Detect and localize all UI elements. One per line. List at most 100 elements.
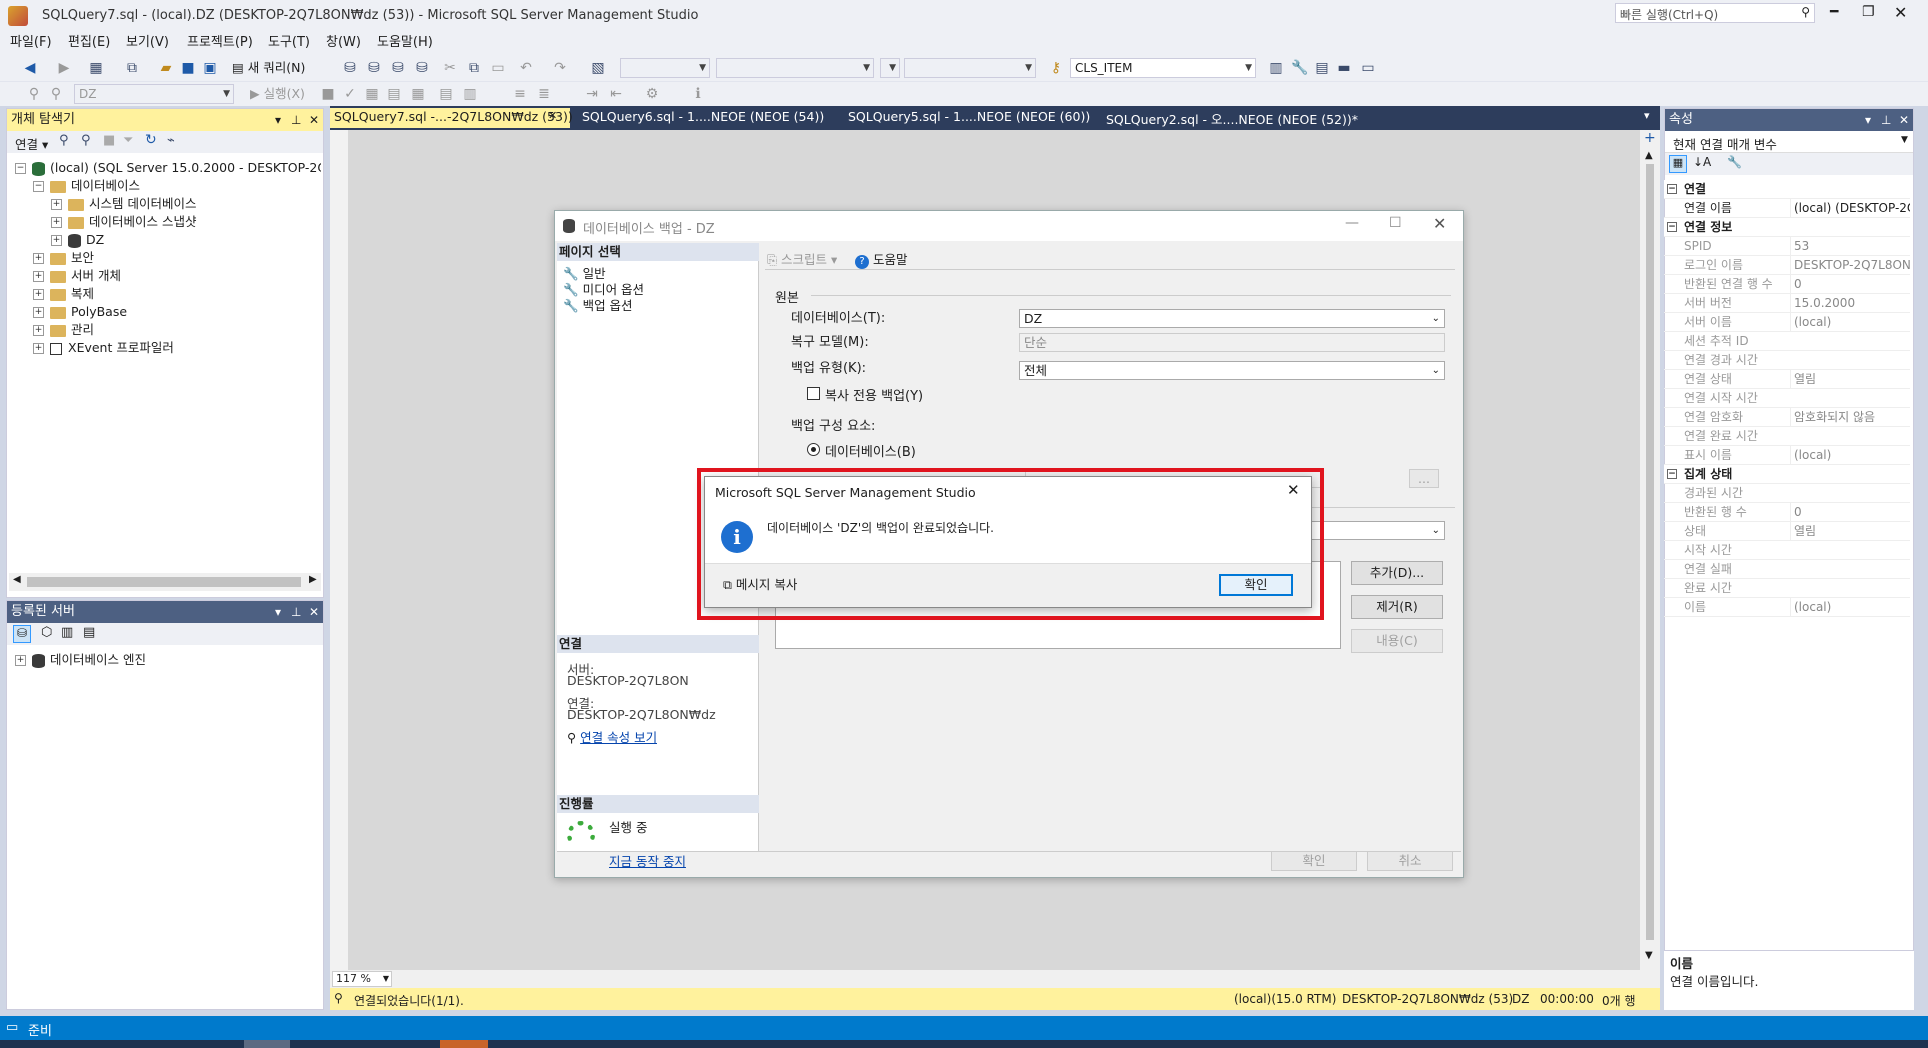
integration-services-icon[interactable]: ▤ (83, 625, 95, 640)
categorized-icon[interactable]: ▦ (1669, 155, 1687, 173)
dax-query-icon[interactable]: ⛁ (412, 58, 432, 78)
close-icon[interactable]: ✕ (1899, 109, 1909, 131)
find-in-files-icon[interactable]: ⚷ (1046, 58, 1066, 78)
tree-replication-node[interactable]: + 복제 (33, 285, 94, 303)
analysis-services-icon[interactable]: ⬡ (41, 625, 52, 640)
zoom-combo[interactable]: 117 % ▼ (332, 971, 392, 987)
scroll-right-icon[interactable]: ▶ (309, 574, 317, 585)
tree-management-node[interactable]: + 관리 (33, 321, 94, 339)
solution-config-combo[interactable]: ▼ (620, 58, 710, 78)
disconnect-icon[interactable]: ⚲ (46, 84, 66, 104)
query-designer-icon[interactable]: ▤ (384, 84, 404, 104)
undo-icon[interactable]: ↶ (516, 58, 536, 78)
stop-action-link[interactable]: 지금 동작 중지 (609, 851, 686, 870)
mdx-query-icon[interactable]: ⛁ (340, 58, 360, 78)
script-button[interactable]: ⎘ 스크립트 ▾ (767, 249, 837, 268)
copy-only-checkbox[interactable] (807, 387, 820, 400)
pin-icon[interactable]: ⊥ (291, 601, 301, 623)
find-combo[interactable]: ▼ (904, 58, 1036, 78)
property-row[interactable]: 상태 열림 (1664, 522, 1910, 541)
property-row[interactable]: 연결 경과 시간 (1664, 351, 1910, 370)
close-icon[interactable]: ✕ (309, 109, 319, 131)
solution-config-icon[interactable]: ▧ (588, 58, 608, 78)
results-grid-icon[interactable]: ▦ (408, 84, 428, 104)
property-row[interactable]: 연결 상태 열림 (1664, 370, 1910, 389)
connect-dropdown[interactable]: 연결 ▾ (15, 134, 48, 153)
tab-sqlquery6[interactable]: SQLQuery6.sql - 1....NEOE (NEOE (54)) (582, 109, 824, 124)
dropdown-icon[interactable]: ▾ (275, 601, 281, 623)
menu-project[interactable]: 프로젝트(P) (183, 32, 257, 54)
properties-object-selector[interactable]: 현재 연결 매개 변수 ▼ (1665, 131, 1913, 153)
pin-icon[interactable]: ⊥ (291, 109, 301, 131)
uncomment-icon[interactable]: ≣ (534, 84, 554, 104)
tree-server-objects-node[interactable]: + 서버 개체 (33, 267, 121, 285)
tree-database-engine-node[interactable]: + 데이터베이스 엔진 (15, 651, 146, 669)
add-button[interactable]: 추가(D)... (1351, 561, 1443, 585)
scroll-left-icon[interactable]: ◀ (13, 574, 21, 585)
taskbar-item[interactable] (244, 1040, 290, 1048)
tab-sqlquery7[interactable]: SQLQuery7.sql -...-2Q7L8ON₩dz (53)) ✕ (330, 108, 573, 128)
tree-polybase-node[interactable]: + PolyBase (33, 303, 127, 321)
remove-button[interactable]: 제거(R) (1351, 595, 1443, 619)
connect-plug-icon[interactable]: ⚲ (59, 133, 69, 148)
menu-edit[interactable]: 편집(E) (64, 32, 114, 54)
browse-button[interactable]: ... (1409, 469, 1439, 488)
refresh-icon[interactable]: ↻ (145, 132, 157, 148)
database-engine-icon[interactable]: ⛁ (13, 625, 31, 643)
cancel-query-icon[interactable]: ■ (318, 84, 338, 104)
property-row[interactable]: 완료 시간 (1664, 579, 1910, 598)
stop-icon[interactable]: ■ (103, 133, 115, 148)
redo-icon[interactable]: ↷ (550, 58, 570, 78)
dialog-cancel-button[interactable]: 취소 (1367, 851, 1453, 871)
add-item-icon[interactable]: ⧉ (122, 58, 142, 78)
property-row[interactable]: 로그인 이름 DESKTOP-2Q7L8ON₩c (1664, 256, 1910, 275)
dialog-close-button[interactable]: ✕ (1433, 214, 1446, 233)
scroll-thumb[interactable] (27, 577, 301, 587)
property-row[interactable]: 반환된 행 수 0 (1664, 503, 1910, 522)
restore-button[interactable]: ❐ (1862, 4, 1875, 20)
menu-window[interactable]: 창(W) (322, 32, 365, 54)
reporting-services-icon[interactable]: ▥ (61, 625, 73, 640)
specify-values-icon[interactable]: ⚙ (642, 84, 662, 104)
tree-security-node[interactable]: + 보안 (33, 249, 94, 267)
tree-dz-node[interactable]: + DZ (51, 231, 104, 249)
database-select[interactable]: DZ ⌄ (1019, 309, 1445, 328)
property-row[interactable]: 연결 이름 (local) (DESKTOP-2Q7L8 (1664, 199, 1910, 218)
new-project-icon[interactable]: ▦ (86, 58, 106, 78)
activity-monitor-icon[interactable]: ⌁ (167, 133, 175, 148)
property-row[interactable]: 서버 버전 15.0.2000 (1664, 294, 1910, 313)
paste-icon[interactable]: ▭ (488, 58, 508, 78)
collapse-icon[interactable]: − (1667, 469, 1677, 479)
dropdown-icon[interactable]: ▾ (1865, 109, 1871, 131)
output-window-icon[interactable]: ▭ (1358, 58, 1378, 78)
property-row[interactable]: 반환된 연결 행 수 0 (1664, 275, 1910, 294)
toolbox-icon[interactable]: ▬ (1334, 58, 1354, 78)
intellisense-icon[interactable]: ℹ (688, 84, 708, 104)
filter-icon[interactable]: ⏷ (123, 133, 133, 148)
property-row[interactable]: 표시 이름 (local) (1664, 446, 1910, 465)
collapse-icon[interactable]: − (1667, 184, 1677, 194)
horizontal-scrollbar[interactable]: ◀ ▶ (9, 573, 321, 591)
dialog-ok-button[interactable]: 확인 (1271, 851, 1357, 871)
property-pages-icon[interactable]: 🔧 (1727, 155, 1742, 169)
help-button[interactable]: ? 도움말 (855, 249, 908, 269)
menu-help[interactable]: 도움말(H) (373, 32, 437, 54)
forward-icon[interactable]: ▶ (54, 58, 74, 78)
tree-server-node[interactable]: − (local) (SQL Server 15.0.2000 - DESKTOP… (15, 159, 321, 177)
tree-databases-node[interactable]: − 데이터베이스 (33, 177, 140, 195)
dmx-query-icon[interactable]: ⛁ (364, 58, 384, 78)
dialog-maximize-button[interactable]: ☐ (1389, 215, 1402, 231)
property-row[interactable]: 연결 완료 시간 (1664, 427, 1910, 446)
minimize-button[interactable]: ━ (1830, 4, 1838, 20)
platform-combo[interactable]: ▼ (716, 58, 874, 78)
property-row[interactable]: 연결 암호화 암호화되지 않음 (1664, 408, 1910, 427)
startup-combo[interactable]: ▼ (880, 58, 900, 78)
database-radio[interactable] (807, 443, 820, 456)
scroll-up-icon[interactable]: ▲ (1645, 150, 1653, 161)
view-connection-props[interactable]: ⚲ 연결 속성 보기 (567, 727, 657, 746)
cut-icon[interactable]: ✂ (440, 58, 460, 78)
template-explorer-icon[interactable]: ▤ (1312, 58, 1332, 78)
menu-view[interactable]: 보기(V) (122, 32, 173, 54)
tab-close-icon[interactable]: ✕ (548, 109, 557, 122)
property-row[interactable]: 경과된 시간 (1664, 484, 1910, 503)
